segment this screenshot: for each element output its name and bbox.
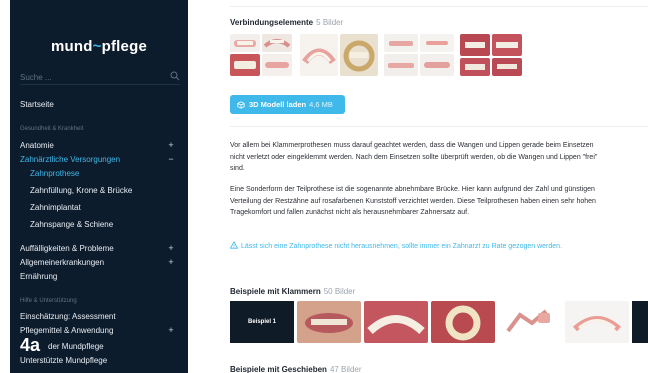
gallery1-thumb[interactable]	[460, 34, 490, 56]
gallery1-thumb[interactable]	[230, 34, 260, 52]
search-icon[interactable]	[170, 71, 180, 81]
section2-count: 50 Bilder	[323, 287, 356, 296]
collapse-versorgungen-icon[interactable]: −	[166, 154, 176, 164]
nav-zahnimplantat[interactable]: Zahnimplantat	[30, 203, 81, 212]
logo[interactable]: mund~pflege	[10, 38, 188, 55]
gallery1-thumb[interactable]	[384, 34, 418, 52]
gallery2-thumb[interactable]	[297, 301, 361, 343]
gallery2-tile-beispiel-1[interactable]: Beispiel 1	[230, 301, 294, 343]
expand-auffaelligkeiten-icon[interactable]: +	[166, 243, 176, 253]
gallery2-thumb[interactable]	[565, 301, 629, 343]
warning-icon	[230, 241, 238, 249]
paragraph-klammerprothesen: Vor allem bei Klammerprothesen muss dara…	[230, 142, 598, 172]
gallery1-thumb[interactable]	[420, 54, 454, 76]
nav-group-hilfe: Hilfe & Unterstützung	[20, 298, 77, 304]
nav-group-gesundheit: Gesundheit & Krankheit	[20, 126, 84, 132]
nav-zahnfuellung[interactable]: Zahnfüllung, Krone & Brücke	[30, 186, 132, 195]
nav-allgemeinerkrankungen[interactable]: Allgemeinerkrankungen	[20, 258, 104, 267]
main-content: Verbindungselemente 5 Bilder 3D Modell l…	[188, 0, 648, 373]
load-3d-label: 3D Modell laden	[249, 100, 307, 109]
gallery1-thumb[interactable]	[262, 54, 292, 76]
gallery1-thumb[interactable]	[262, 34, 292, 52]
section2-title: Beispiele mit Klammern	[230, 287, 321, 296]
expand-pflegemittel-icon[interactable]: +	[166, 325, 176, 335]
search-box	[20, 69, 180, 85]
nav-mundpflege-tail[interactable]: der Mundpflege	[48, 342, 104, 351]
gallery1-thumb[interactable]	[340, 34, 378, 76]
nav-unterstuetzte-mundpflege[interactable]: Unterstützte Mundpflege	[20, 356, 107, 365]
nav-auffaelligkeiten[interactable]: Auffälligkeiten & Probleme	[20, 244, 114, 253]
section3-title: Beispiele mit Geschieben	[230, 365, 327, 373]
expand-allgemein-icon[interactable]: +	[166, 257, 176, 267]
top-divider	[230, 6, 648, 7]
load-3d-model-button[interactable]: 3D Modell laden 4,6 MB	[230, 95, 345, 114]
expand-anatomie-icon[interactable]: +	[166, 140, 176, 150]
nav-einschaetzung[interactable]: Einschätzung: Assessment	[20, 312, 116, 321]
section3-count: 47 Bilder	[329, 365, 362, 373]
gallery2-thumb[interactable]	[431, 301, 495, 343]
warning-note: Lässt sich eine Zahnprothese nicht herau…	[230, 241, 610, 253]
gallery1-thumb[interactable]	[300, 34, 338, 76]
logo-mid: ~	[92, 38, 102, 55]
section-title-verbindungselemente: Verbindungselemente 5 Bilder	[230, 18, 343, 27]
nav-pflegemittel[interactable]: Pflegemittel & Anwendung	[20, 326, 113, 335]
gallery1-thumb[interactable]	[420, 34, 454, 52]
gallery2-thumb[interactable]	[498, 301, 562, 343]
load-3d-size: 4,6 MB	[309, 100, 333, 109]
sidebar: mund~pflege Startseite Gesundheit & Kran…	[10, 0, 188, 373]
gallery1-thumb[interactable]	[492, 34, 522, 56]
gallery2-thumb[interactable]	[364, 301, 428, 343]
warning-text: Lässt sich eine Zahnprothese nicht herau…	[241, 243, 563, 250]
nav-zahnspange[interactable]: Zahnspange & Schiene	[30, 220, 113, 229]
section-divider	[230, 126, 648, 127]
gallery1-thumb[interactable]	[384, 54, 418, 76]
paragraph-abnehmbare-bruecke: Eine Sonderform der Teilprothese ist die…	[230, 186, 596, 216]
gallery2-next-tile[interactable]	[632, 301, 648, 343]
section-title-geschieben: Beispiele mit Geschieben 47 Bilder	[230, 365, 362, 373]
nav-zahnprothese[interactable]: Zahnprothese	[30, 169, 79, 178]
nav-startseite[interactable]: Startseite	[20, 100, 54, 109]
logo-right: pflege	[101, 38, 147, 55]
gallery1-thumb[interactable]	[230, 54, 260, 76]
section1-count: 5 Bilder	[316, 18, 344, 27]
nav-ernaehrung[interactable]: Ernährung	[20, 272, 57, 281]
section1-title: Verbindungselemente	[230, 18, 314, 27]
nav-zahnaerztliche-versorgungen[interactable]: Zahnärztliche Versorgungen	[20, 155, 120, 164]
section-title-klammern: Beispiele mit Klammern 50 Bilder	[230, 287, 355, 296]
gallery1-thumb[interactable]	[492, 58, 522, 76]
nav-anatomie[interactable]: Anatomie	[20, 141, 54, 150]
overlay-label: 4a	[20, 335, 41, 355]
gallery1-thumb[interactable]	[460, 58, 490, 76]
logo-left: mund	[51, 38, 93, 55]
search-input[interactable]	[20, 71, 160, 83]
cube-icon	[237, 100, 245, 109]
